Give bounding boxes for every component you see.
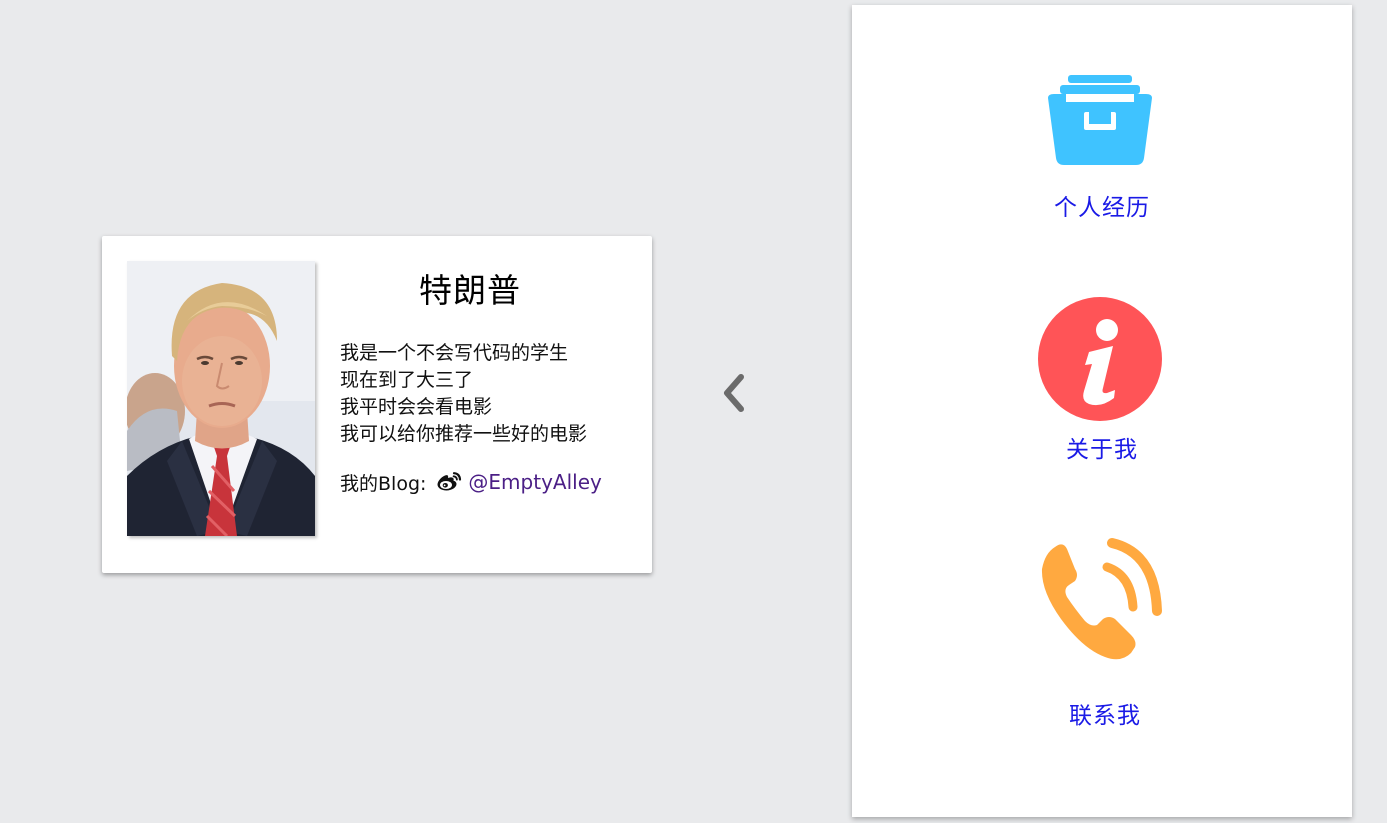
weibo-icon[interactable] bbox=[436, 470, 462, 494]
menu-item-about[interactable]: 关于我 bbox=[852, 295, 1352, 465]
bio-line: 现在到了大三了 bbox=[340, 369, 474, 391]
profile-bio: 我是一个不会写代码的学生 现在到了大三了 我平时会会看电影 我可以给你推荐一些好… bbox=[340, 340, 630, 448]
menu-label-contact: 联系我 bbox=[1069, 703, 1141, 729]
profile-name: 特朗普 bbox=[419, 271, 521, 310]
bio-line: 我是一个不会写代码的学生 bbox=[340, 342, 569, 364]
blog-row: 我的Blog: @EmptyAlley bbox=[340, 467, 602, 497]
menu-item-experience[interactable]: 个人经历 bbox=[852, 70, 1352, 230]
info-icon bbox=[1038, 297, 1162, 421]
menu-label-about: 关于我 bbox=[1066, 437, 1138, 463]
profile-photo bbox=[127, 261, 315, 536]
phone-call-icon bbox=[1041, 538, 1162, 660]
menu-panel: 个人经历 关于我 联系我 bbox=[852, 5, 1352, 817]
chevron-left-icon[interactable] bbox=[717, 372, 749, 414]
profile-card: 特朗普 我是一个不会写代码的学生 现在到了大三了 我平时会会看电影 我可以给你推… bbox=[102, 236, 652, 573]
menu-label-experience: 个人经历 bbox=[1054, 195, 1150, 221]
archive-box-icon bbox=[1048, 75, 1152, 165]
menu-item-contact[interactable]: 联系我 bbox=[852, 533, 1352, 733]
blog-link[interactable]: @EmptyAlley bbox=[468, 470, 601, 494]
blog-label: 我的Blog: bbox=[340, 472, 427, 495]
bio-line: 我平时会会看电影 bbox=[340, 396, 493, 418]
bio-line: 我可以给你推荐一些好的电影 bbox=[340, 423, 588, 445]
page: 特朗普 我是一个不会写代码的学生 现在到了大三了 我平时会会看电影 我可以给你推… bbox=[0, 0, 1387, 823]
